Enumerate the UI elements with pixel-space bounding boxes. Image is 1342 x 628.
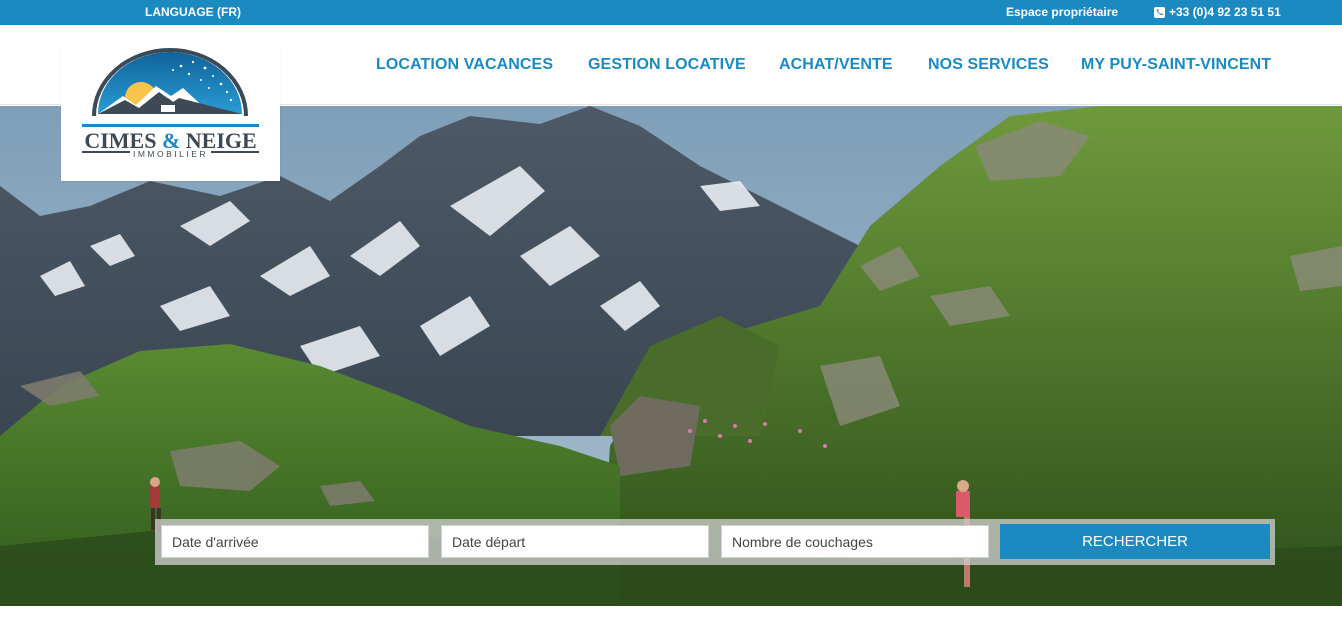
logo-subtitle: IMMOBILIER <box>133 149 208 159</box>
nav-location-vacances[interactable]: LOCATION VACANCES <box>376 56 553 74</box>
site-logo[interactable]: CIMES & NEIGE IMMOBILIER <box>61 48 280 181</box>
nav-nos-services[interactable]: NOS SERVICES <box>928 56 1049 74</box>
arrival-date-input[interactable]: Date d'arrivée <box>161 525 429 558</box>
language-selector[interactable]: LANGUAGE (FR) <box>145 5 241 19</box>
phone-icon <box>1154 6 1165 18</box>
nav-my-puy-saint-vincent[interactable]: MY PUY-SAINT-VINCENT <box>1081 56 1271 74</box>
phone-number: +33 (0)4 92 23 51 51 <box>1169 5 1281 19</box>
departure-date-input[interactable]: Date départ <box>441 525 709 558</box>
top-bar: LANGUAGE (FR) Espace propriétaire +33 (0… <box>0 0 1342 25</box>
logo-graphic: CIMES & NEIGE IMMOBILIER <box>82 48 259 159</box>
owner-space-link[interactable]: Espace propriétaire <box>1006 5 1118 19</box>
beds-count-input[interactable]: Nombre de couchages <box>721 525 989 558</box>
search-bar: Date d'arrivée Date départ Nombre de cou… <box>155 519 1275 565</box>
nav-achat-vente[interactable]: ACHAT/VENTE <box>779 56 893 74</box>
search-button[interactable]: RECHERCHER <box>1000 524 1270 559</box>
nav-gestion-locative[interactable]: GESTION LOCATIVE <box>588 56 746 74</box>
phone-contact[interactable]: +33 (0)4 92 23 51 51 <box>1154 5 1281 19</box>
